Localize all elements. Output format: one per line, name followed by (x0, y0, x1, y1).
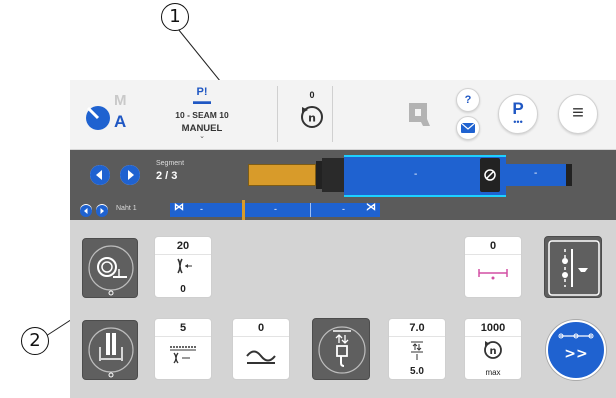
mode-small-letter: M (114, 92, 127, 109)
program-selector[interactable]: P! ▬▬ 10 - SEAM 10 MANUEL ⌄ (152, 86, 252, 144)
seam-prev-button[interactable] (80, 204, 92, 217)
segment-divider-block (322, 158, 344, 192)
parameter-button[interactable]: P ••• (498, 94, 538, 134)
arrow-right-icon (120, 165, 140, 185)
arrow-left-icon (90, 165, 110, 185)
seam-cell-2: - (274, 204, 277, 214)
sequence-next-button[interactable]: >> (546, 320, 606, 380)
winder-function-button[interactable] (82, 238, 138, 298)
presser-foot-function-button[interactable] (82, 320, 138, 380)
seam-next-button[interactable] (96, 204, 108, 217)
speed-tile[interactable]: 1000 n max (464, 318, 522, 380)
header-divider (277, 86, 278, 142)
thread-tension-value: 20 (155, 237, 211, 255)
thread-tension-secondary: 0 (180, 284, 186, 295)
upper-feed-value: 5 (155, 319, 211, 337)
wave-value: 0 (233, 319, 289, 337)
seam-track[interactable]: ⋈ - - - ⋊ (170, 200, 380, 220)
svg-text:n: n (489, 346, 496, 357)
callout-1: 1 (161, 3, 189, 31)
stitch-length-value: 0 (465, 237, 521, 255)
function-area: 20 0 0 5 0 7.0 5.0 1000 n max >> (70, 220, 616, 398)
tension-icon (177, 258, 192, 274)
chevron-down-icon: ⌄ (199, 133, 205, 140)
counter-value: 0 (309, 90, 315, 100)
speed-value: 1000 (465, 319, 521, 337)
seam-marker (242, 200, 245, 220)
stroke-function-button[interactable] (312, 318, 370, 380)
header-bar: M A P! ▬▬ 10 - SEAM 10 MANUEL ⌄ 0 n ? P … (70, 80, 616, 150)
upper-feed-icon (170, 346, 196, 364)
segment-3-value: - (534, 168, 538, 179)
stroke-height-value: 7.0 (389, 319, 445, 337)
mode-logo[interactable]: M A (84, 92, 130, 136)
segment-label: Segment (156, 160, 185, 167)
screen: 1 2 M A P! ▬▬ 10 - SEAM 10 MANUEL ⌄ 0 n (0, 0, 616, 398)
stitch-length-icon (478, 269, 508, 280)
speed-limit-label: max (485, 368, 501, 377)
sequence-icon (548, 240, 600, 296)
upper-feed-tile[interactable]: 5 (154, 318, 212, 380)
stroke-height-secondary: 5.0 (410, 366, 424, 377)
message-button[interactable] (456, 116, 480, 140)
segment-1-block[interactable] (248, 164, 316, 186)
segment-3-end (566, 164, 572, 186)
seam-bar: Naht 1 ⋈ - - - ⋊ (70, 200, 616, 220)
segment-value: 2 / 3 (156, 170, 178, 182)
seam-start-icon: ⋈ (174, 202, 184, 213)
help-button[interactable]: ? (456, 88, 480, 112)
segment-3-block[interactable]: - (506, 164, 566, 186)
speed-icon: n (484, 341, 502, 359)
arrow-left-icon (80, 205, 92, 217)
header-divider (332, 86, 333, 142)
segment-bar: Segment 2 / 3 - - (70, 150, 616, 204)
wave-icon (246, 350, 276, 364)
dots-icon: ••• (513, 117, 523, 127)
stitch-length-tile[interactable]: 0 (464, 236, 522, 298)
menu-button[interactable]: ≡ (558, 94, 598, 134)
segment-prev-button[interactable] (90, 165, 110, 185)
counter-reset-icon: n (301, 106, 323, 128)
presser-foot-icon (88, 327, 134, 378)
seam-cell-3: - (342, 204, 345, 214)
stroke-height-small-icon (411, 341, 423, 360)
seam-cell-1: - (200, 204, 203, 214)
program-icon-underline: ▬▬ (193, 96, 211, 106)
callout-2: 2 (21, 327, 49, 355)
segment-end-block (480, 158, 500, 192)
thread-tension-tile[interactable]: 20 0 (154, 236, 212, 298)
mail-icon (460, 122, 476, 133)
winder-icon (88, 245, 134, 296)
arrow-right-icon (96, 205, 108, 217)
stroke-height-tile[interactable]: 7.0 5.0 (388, 318, 446, 380)
seam-label: Naht 1 (116, 205, 137, 212)
quality-logo-icon (409, 103, 430, 126)
sequence-function-button[interactable] (544, 236, 602, 298)
piece-counter[interactable]: 0 n (292, 90, 332, 142)
seam-end-icon: ⋊ (366, 202, 376, 213)
wave-tile[interactable]: 0 (232, 318, 290, 380)
seam-tick (310, 203, 311, 217)
mode-big-letter: A (114, 112, 127, 131)
stroke-height-icon (318, 326, 366, 374)
segment-next-button[interactable] (120, 165, 140, 185)
segment-2-value: - (414, 169, 418, 180)
go-label: >> (564, 346, 587, 362)
fast-forward-icon: >> (558, 333, 594, 362)
program-name: 10 - SEAM 10 (175, 110, 229, 120)
svg-text:n: n (308, 112, 316, 125)
no-stitch-icon (484, 169, 496, 181)
segment-graphic[interactable]: - - (248, 154, 578, 200)
parameter-label: P (512, 99, 524, 118)
